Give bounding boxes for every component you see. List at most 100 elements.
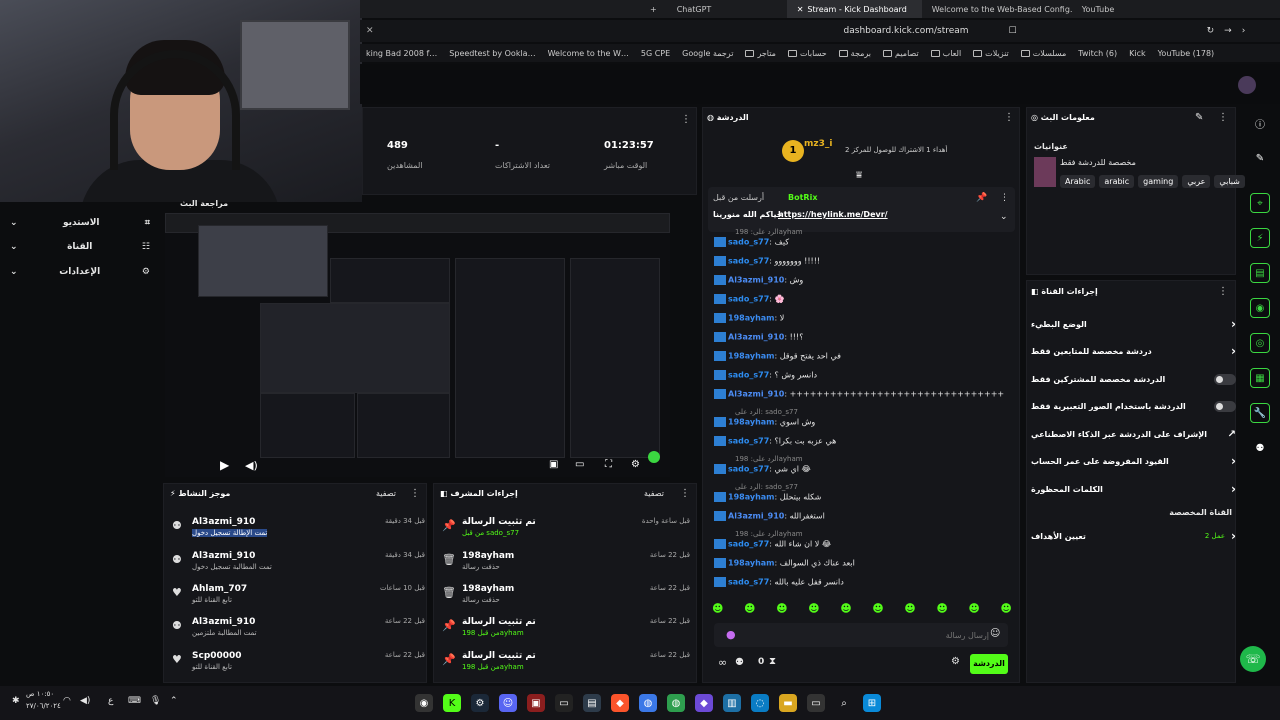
document-icon[interactable]: ▤ [1250, 263, 1270, 283]
nav-settings[interactable]: ⌄ الإعدادات ⚙ [10, 262, 150, 282]
taskview-icon[interactable]: ▭ [807, 694, 825, 712]
terminal-icon[interactable]: ▭ [555, 694, 573, 712]
emote-icon[interactable]: ☻ [808, 602, 819, 618]
emote-icon[interactable]: ☻ [904, 602, 915, 618]
crosshair-icon[interactable]: ⌖ [1250, 193, 1270, 213]
obs-icon[interactable]: ◉ [415, 694, 433, 712]
brave-icon[interactable]: ◆ [611, 694, 629, 712]
emote-icon[interactable]: ☻ [936, 602, 947, 618]
stream-preview[interactable]: ▶ ◀) ▣ ▭ ⛶ ⚙ [165, 213, 670, 477]
more-icon[interactable]: ⋮ [681, 114, 691, 125]
bookmark-folder[interactable]: حسابات [782, 49, 833, 58]
setting-banned-words[interactable]: الكلمات المحظورة › [1031, 478, 1236, 500]
bookmark-item[interactable]: 5G CPE [635, 49, 676, 58]
more-icon[interactable]: ⋮ [1218, 286, 1228, 297]
bookmark-item[interactable]: Twitch (6) [1072, 49, 1123, 58]
emote-icon[interactable]: ☻ [744, 602, 755, 618]
bookmark-folder[interactable]: العاب [925, 49, 968, 58]
wifi-icon[interactable]: ◠ [63, 696, 71, 706]
chat-username[interactable]: Al3azmi_910 [728, 276, 784, 285]
setting-followers-only[interactable]: دردشة مخصصة للمتابعين فقط › [1031, 340, 1236, 362]
chat-username[interactable]: sado_s77 [728, 465, 769, 474]
bookmark-item[interactable]: Welcome to the W… [542, 49, 635, 58]
refresh-icon[interactable]: ↻ [1207, 26, 1215, 36]
more-icon[interactable]: ⋮ [1000, 193, 1009, 203]
emote-icon[interactable]: ☻ [872, 602, 883, 618]
more-icon[interactable]: ⋮ [1004, 112, 1014, 123]
more-icon[interactable]: ⋮ [1218, 112, 1228, 123]
tray-chevron-icon[interactable]: ⌃ [170, 696, 178, 706]
chevron-down-icon[interactable]: ⌄ [1000, 212, 1008, 222]
info-icon[interactable]: ⓘ [1250, 113, 1270, 133]
edge-icon[interactable]: ◌ [751, 694, 769, 712]
chrome-icon[interactable]: ◍ [667, 694, 685, 712]
chat-bubble-icon[interactable]: ◉ [1250, 298, 1270, 318]
emoji-icon[interactable]: ● [726, 628, 736, 641]
toggle-switch[interactable] [1214, 400, 1236, 412]
chat-input[interactable] [744, 627, 989, 643]
bookmark-folder[interactable]: تنزيلات [967, 49, 1015, 58]
search-icon[interactable]: ⌕ [835, 694, 853, 712]
users-icon[interactable]: ⚉ [735, 657, 744, 668]
user-avatar[interactable] [1238, 76, 1256, 94]
bookmark-icon[interactable]: ☐ [1009, 26, 1017, 36]
setting-account-age[interactable]: القيود المفروضة على عمر الحساب › [1031, 450, 1236, 472]
feed-name[interactable]: Al3azmi_910 [192, 551, 255, 561]
settings-icon[interactable]: ⚙ [631, 459, 640, 470]
tab-youtube[interactable]: YouTube [1072, 0, 1125, 18]
close-icon[interactable]: ✕ [797, 5, 804, 14]
bookmark-folder[interactable]: مسلسلات [1015, 49, 1073, 58]
chat-username[interactable]: Al3azmi_910 [728, 512, 784, 521]
lightning-icon[interactable]: ⚡ [1250, 228, 1270, 248]
smile-icon[interactable]: ☺ [990, 628, 1000, 639]
mod-filter[interactable]: تصفية [644, 489, 664, 498]
bookmark-item[interactable]: king Bad 2008 f… [360, 49, 443, 58]
mic-icon[interactable]: 🎙 [150, 696, 161, 706]
activity-filter[interactable]: تصفية [376, 489, 396, 498]
app-icon[interactable]: ◆ [695, 694, 713, 712]
layout-icon[interactable]: ▦ [1250, 368, 1270, 388]
app-icon[interactable]: ▥ [723, 694, 741, 712]
pinned-user[interactable]: BotRix [788, 193, 817, 202]
volume-icon[interactable]: ◀) [245, 459, 258, 472]
play-icon[interactable]: ▶ [220, 458, 229, 472]
bookmark-item[interactable]: Google ترجمة [676, 49, 739, 58]
chat-username[interactable]: sado_s77 [728, 371, 769, 380]
chat-username[interactable]: sado_s77 [728, 578, 769, 587]
pin-icon[interactable]: 📌 [976, 193, 987, 203]
emote-icon[interactable]: ☻ [776, 602, 787, 618]
chat-username[interactable]: Al3azmi_910 [728, 390, 784, 399]
bookmark-folder[interactable]: برمجة [833, 49, 877, 58]
setting-slow-mode[interactable]: الوضع البطيء › [1031, 313, 1236, 335]
bookmark-folder[interactable]: تصاميم [877, 49, 925, 58]
chat-username[interactable]: sado_s77 [728, 238, 769, 247]
start-icon[interactable]: ⊞ [863, 694, 881, 712]
gift-user[interactable]: mz3_i [804, 139, 832, 149]
steam-icon[interactable]: ⚙ [471, 694, 489, 712]
folder-icon[interactable]: ▬ [779, 694, 797, 712]
setting-goals[interactable]: تعيين الأهداف عمل 2 › [1031, 525, 1236, 547]
volume-icon[interactable]: ◀) [80, 696, 90, 706]
chat-username[interactable]: sado_s77 [728, 437, 769, 446]
tab-config[interactable]: Welcome to the Web-Based Config… [922, 0, 1072, 18]
keyboard-icon[interactable]: ⌨ [128, 696, 141, 706]
pip-icon[interactable]: ▣ [549, 459, 558, 470]
support-icon[interactable]: ☏ [1240, 646, 1266, 672]
tab-chatgpt[interactable]: ChatGPT [667, 0, 787, 18]
address-bar[interactable]: ✕ dashboard.kick.com/stream ☐ ↻ → › [360, 20, 1280, 42]
chat-input-box[interactable]: ● ☺ [714, 623, 1008, 647]
mod-action[interactable]: 198ayham [462, 584, 514, 594]
feed-name[interactable]: Al3azmi_910 [192, 617, 255, 627]
bookmark-item[interactable]: Speedtest by Ookla… [443, 49, 541, 58]
discord-icon[interactable]: ☺ [499, 694, 517, 712]
chrome-icon[interactable]: ◍ [639, 694, 657, 712]
theatre-icon[interactable]: ▭ [575, 459, 584, 470]
more-icon[interactable]: ⋮ [680, 488, 690, 499]
toggle-switch[interactable] [1214, 373, 1236, 385]
feed-name[interactable]: Scp00000 [192, 651, 242, 661]
feed-name[interactable]: Ahlam_707 [192, 584, 247, 594]
edit-icon[interactable]: ✎ [1195, 112, 1203, 123]
app-icon[interactable]: ▤ [583, 694, 601, 712]
pinned-link[interactable]: https://heylink.me/Devr/ [778, 210, 888, 219]
more-icon[interactable]: ⋮ [410, 488, 420, 499]
